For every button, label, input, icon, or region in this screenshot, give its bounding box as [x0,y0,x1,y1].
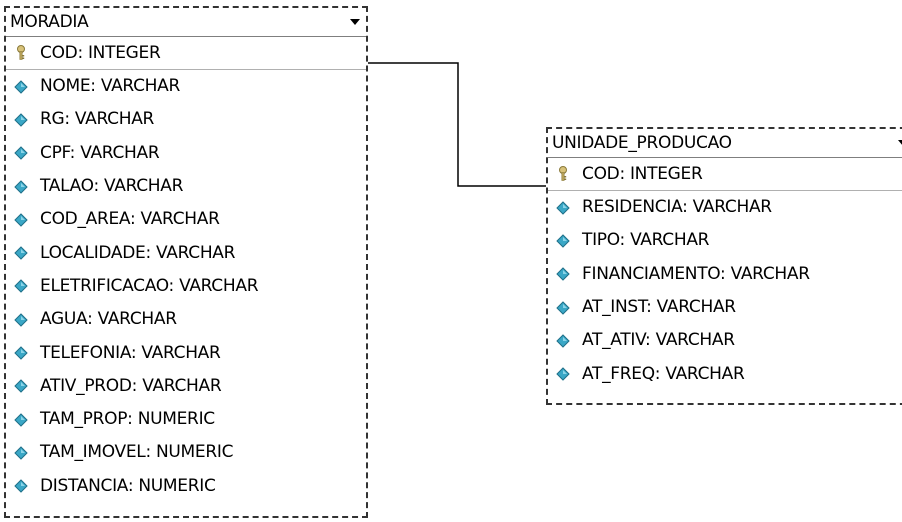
key-icon [12,44,30,62]
attribute-row[interactable]: RG: VARCHAR [6,103,366,136]
attribute-label: RG: VARCHAR [40,109,155,130]
attribute-label: ELETRIFICACAO: VARCHAR [40,275,259,296]
attribute-diamond-icon [12,111,30,129]
attribute-diamond-icon [12,211,30,229]
attribute-label: AT_INST: VARCHAR [582,297,736,318]
attribute-row[interactable]: ATIV_PROD: VARCHAR [6,370,366,403]
key-icon [554,165,572,183]
attribute-label: FINANCIAMENTO: VARCHAR [582,263,810,284]
attribute-label: TALAO: VARCHAR [40,176,184,197]
dropdown-arrow-icon[interactable] [898,140,902,146]
attribute-diamond-icon [12,178,30,196]
attribute-row[interactable]: ELETRIFICACAO: VARCHAR [6,270,366,303]
attribute-diamond-icon [554,332,572,350]
attribute-diamond-icon [12,277,30,295]
attribute-row[interactable]: NOME: VARCHAR [6,70,366,103]
entity-header[interactable]: UNIDADE_PRODUCAO [548,129,902,158]
attribute-list: NOME: VARCHAR RG: VARCHAR CPF: VARCHAR TALA… [6,70,366,503]
attribute-label: DISTANCIA: NUMERIC [40,475,216,496]
attribute-diamond-icon [554,199,572,217]
attribute-row[interactable]: CPF: VARCHAR [6,137,366,170]
attribute-row[interactable]: FINANCIAMENTO: VARCHAR [548,258,902,291]
attribute-diamond-icon [12,477,30,495]
attribute-row[interactable]: LOCALIDADE: VARCHAR [6,236,366,269]
attribute-label: AT_FREQ: VARCHAR [582,363,745,384]
primary-key-row[interactable]: COD: INTEGER [6,37,366,70]
entity-unidade-producao[interactable]: UNIDADE_PRODUCAO COD: INTEGER RESIDENCIA… [546,127,902,405]
entity-header[interactable]: MORADIA [6,8,366,37]
attribute-label: COD: INTEGER [40,42,161,63]
attribute-label: COD: INTEGER [582,163,703,184]
attribute-diamond-icon [12,244,30,262]
attribute-row[interactable]: AGUA: VARCHAR [6,303,366,336]
attribute-label: AT_ATIV: VARCHAR [582,330,735,351]
attribute-label: COD_AREA: VARCHAR [40,209,220,230]
attribute-diamond-icon [12,344,30,362]
attribute-label: NOME: VARCHAR [40,76,180,97]
attribute-diamond-icon [12,144,30,162]
attribute-label: RESIDENCIA: VARCHAR [582,197,772,218]
dropdown-arrow-icon[interactable] [350,19,360,25]
attribute-label: LOCALIDADE: VARCHAR [40,242,236,263]
attribute-diamond-icon [12,311,30,329]
attribute-row[interactable]: TALAO: VARCHAR [6,170,366,203]
attribute-label: TIPO: VARCHAR [582,230,710,251]
attribute-diamond-icon [554,265,572,283]
attribute-label: AGUA: VARCHAR [40,309,177,330]
attribute-diamond-icon [12,411,30,429]
attribute-row[interactable]: TAM_PROP: NUMERIC [6,403,366,436]
attribute-label: ATIV_PROD: VARCHAR [40,375,222,396]
attribute-diamond-icon [554,232,572,250]
attribute-row[interactable]: RESIDENCIA: VARCHAR [548,191,902,224]
attribute-row[interactable]: COD_AREA: VARCHAR [6,203,366,236]
attribute-row[interactable]: AT_FREQ: VARCHAR [548,357,902,390]
primary-key-row[interactable]: COD: INTEGER [548,158,902,191]
attribute-diamond-icon [554,299,572,317]
attribute-row[interactable]: DISTANCIA: NUMERIC [6,470,366,503]
attribute-diamond-icon [12,444,30,462]
attribute-label: CPF: VARCHAR [40,142,160,163]
attribute-row[interactable]: TAM_IMOVEL: NUMERIC [6,436,366,469]
attribute-diamond-icon [12,377,30,395]
entity-moradia[interactable]: MORADIA COD: INTEGER NOME: VARCHAR RG: VA… [4,6,368,518]
attribute-label: TELEFONIA: VARCHAR [40,342,221,363]
attribute-row[interactable]: TELEFONIA: VARCHAR [6,336,366,369]
entity-title: MORADIA [10,12,89,32]
entity-title: UNIDADE_PRODUCAO [552,133,732,153]
attribute-label: TAM_IMOVEL: NUMERIC [40,442,234,463]
attribute-list: RESIDENCIA: VARCHAR TIPO: VARCHAR FINANCIA… [548,191,902,391]
attribute-label: TAM_PROP: NUMERIC [40,409,215,430]
attribute-row[interactable]: TIPO: VARCHAR [548,224,902,257]
attribute-row[interactable]: AT_ATIV: VARCHAR [548,324,902,357]
attribute-diamond-icon [12,78,30,96]
attribute-diamond-icon [554,365,572,383]
attribute-row[interactable]: AT_INST: VARCHAR [548,291,902,324]
